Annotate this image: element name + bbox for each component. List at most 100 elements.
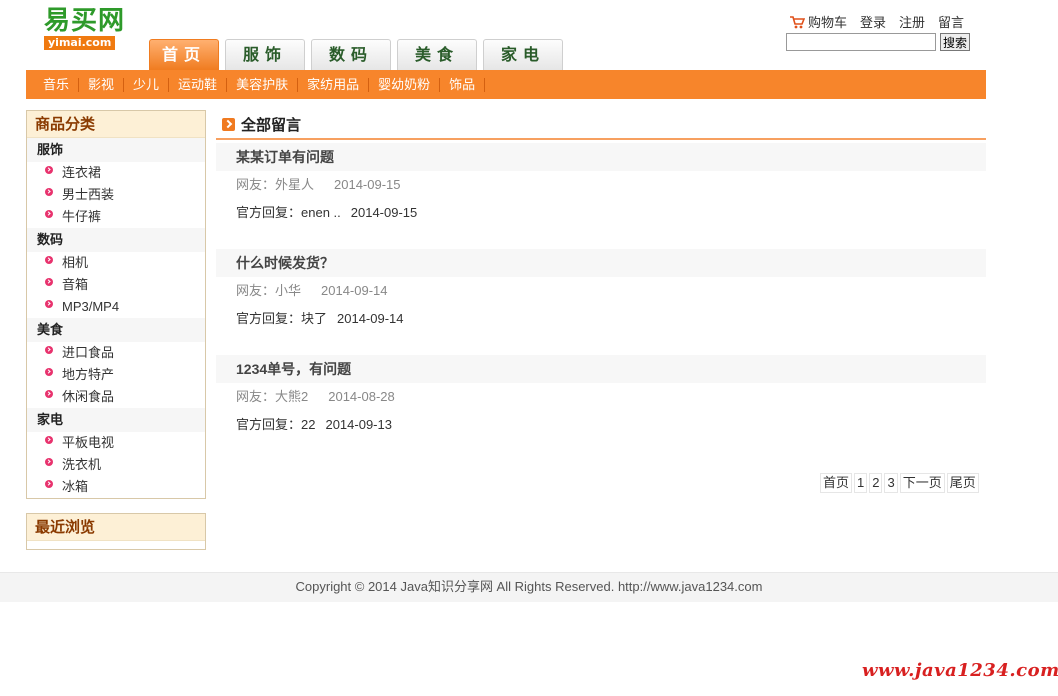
pagination: 首页 1 2 3 下一页 尾页 xyxy=(820,473,981,493)
arrow-bullet-icon xyxy=(45,255,53,264)
message-user-line: 网友：小华 2014-09-14 xyxy=(216,277,986,305)
category-group-apparel[interactable]: 服饰 xyxy=(27,138,205,162)
arrow-bullet-icon xyxy=(45,457,53,466)
message-reply: 官方回复：enen .. xyxy=(236,205,341,220)
message-reply-date: 2014-09-13 xyxy=(325,417,392,432)
category-item[interactable]: 冰箱 xyxy=(27,476,205,498)
arrow-bullet-icon xyxy=(45,367,53,376)
category-item-label: 平板电视 xyxy=(62,435,115,450)
tab-food[interactable]: 美食 xyxy=(397,39,477,70)
arrow-bullet-icon xyxy=(45,389,53,398)
category-item[interactable]: 男士西装 xyxy=(27,184,205,206)
message-user-line: 网友：大熊2 2014-08-28 xyxy=(216,383,986,411)
pager-page-1[interactable]: 1 xyxy=(854,473,868,493)
message-user: 网友：大熊2 xyxy=(236,389,309,404)
pager-first[interactable]: 首页 xyxy=(820,473,853,493)
category-group-food[interactable]: 美食 xyxy=(27,318,205,342)
pager-page-3[interactable]: 3 xyxy=(884,473,898,493)
search-box: 搜索 xyxy=(786,33,971,51)
arrow-bullet-icon xyxy=(45,299,53,308)
message-user-date: 2014-09-15 xyxy=(334,177,401,192)
category-bar: 音乐 影视 少儿 运动鞋 美容护肤 家纺用品 婴幼奶粉 饰品 xyxy=(26,70,986,99)
category-item-label: 休闲食品 xyxy=(62,389,115,404)
message-item: 1234单号，有问题 网友：大熊2 2014-08-28 官方回复：22 2014-… xyxy=(216,355,986,439)
message-link[interactable]: 留言 xyxy=(938,12,964,31)
message-reply-date: 2014-09-14 xyxy=(337,311,404,326)
category-item[interactable]: 牛仔裤 xyxy=(27,206,205,228)
category-item[interactable]: 平板电视 xyxy=(27,432,205,454)
search-input[interactable] xyxy=(786,33,936,51)
category-item[interactable]: 地方特产 xyxy=(27,364,205,386)
catbar-item-textiles[interactable]: 家纺用品 xyxy=(298,77,370,92)
main-tabs: 首页 服饰 数码 美食 家电 xyxy=(149,39,569,70)
message-reply-date: 2014-09-15 xyxy=(350,205,418,220)
category-item[interactable]: 休闲食品 xyxy=(27,386,205,408)
category-item[interactable]: 相机 xyxy=(27,252,205,274)
watermark: www.java1234.com xyxy=(862,660,1058,681)
category-item[interactable]: 音箱 xyxy=(27,274,205,296)
category-item-label: 音箱 xyxy=(62,277,89,292)
catbar-item-sneakers[interactable]: 运动鞋 xyxy=(169,77,228,92)
pager-page-2[interactable]: 2 xyxy=(869,473,883,493)
category-panel-title: 商品分类 xyxy=(27,111,205,138)
message-reply-line: 官方回复：22 2014-09-13 xyxy=(216,411,986,439)
category-item-label: 洗衣机 xyxy=(62,457,102,472)
search-button[interactable]: 搜索 xyxy=(940,33,971,51)
arrow-bullet-icon xyxy=(45,277,53,286)
message-reply: 官方回复：块了 xyxy=(236,311,328,326)
message-title: 什么时候发货？ xyxy=(216,249,986,277)
login-link[interactable]: 登录 xyxy=(860,12,886,31)
category-item-label: 冰箱 xyxy=(62,479,89,494)
message-item: 什么时候发货？ 网友：小华 2014-09-14 官方回复：块了 2014-09-1… xyxy=(216,249,986,333)
cart-link[interactable]: 购物车 xyxy=(808,12,847,31)
category-item-label: 进口食品 xyxy=(62,345,115,360)
catbar-item-video[interactable]: 影视 xyxy=(79,77,125,92)
category-item-label: 相机 xyxy=(62,255,89,270)
message-title: 1234单号，有问题 xyxy=(216,355,986,383)
message-user-date: 2014-08-28 xyxy=(328,389,395,404)
tab-appliance[interactable]: 家电 xyxy=(483,39,563,70)
recent-panel: 最近浏览 xyxy=(26,513,206,550)
category-item-label: MP3/MP4 xyxy=(62,299,120,314)
catbar-item-baby-formula[interactable]: 婴幼奶粉 xyxy=(369,77,441,92)
category-item-label: 牛仔裤 xyxy=(62,209,102,224)
cart-icon xyxy=(790,15,805,28)
category-item[interactable]: 进口食品 xyxy=(27,342,205,364)
site-logo[interactable]: 易买网 yimai.com xyxy=(44,7,130,51)
catbar-item-kids[interactable]: 少儿 xyxy=(124,77,170,92)
pager-next[interactable]: 下一页 xyxy=(899,473,945,493)
arrow-right-icon xyxy=(222,117,235,131)
arrow-bullet-icon xyxy=(45,345,53,354)
category-item[interactable]: 连衣裙 xyxy=(27,162,205,184)
message-user-date: 2014-09-14 xyxy=(321,283,388,298)
catbar-item-beauty[interactable]: 美容护肤 xyxy=(227,77,299,92)
logo-domain: yimai.com xyxy=(44,36,116,50)
message-user: 网友：小华 xyxy=(236,283,302,298)
arrow-bullet-icon xyxy=(45,165,53,174)
recent-panel-title: 最近浏览 xyxy=(27,514,205,541)
section-header: 全部留言 xyxy=(216,110,986,140)
category-group-digital[interactable]: 数码 xyxy=(27,228,205,252)
category-item[interactable]: MP3/MP4 xyxy=(27,296,205,318)
message-reply-line: 官方回复：enen .. 2014-09-15 xyxy=(216,199,986,227)
tab-apparel[interactable]: 服饰 xyxy=(225,39,305,70)
message-item: 某某订单有问题 网友：外星人 2014-09-15 官方回复：enen .. 201… xyxy=(216,143,986,227)
tab-digital[interactable]: 数码 xyxy=(311,39,391,70)
message-user-line: 网友：外星人 2014-09-15 xyxy=(216,171,986,199)
arrow-bullet-icon xyxy=(45,479,53,488)
category-item-label: 地方特产 xyxy=(62,367,115,382)
top-nav: 购物车 登录 注册 留言 xyxy=(789,12,977,31)
category-group-appliance[interactable]: 家电 xyxy=(27,408,205,432)
register-link[interactable]: 注册 xyxy=(899,12,925,31)
message-reply: 官方回复：22 xyxy=(236,417,316,432)
message-list: 全部留言 某某订单有问题 网友：外星人 2014-09-15 官方回复：enen … xyxy=(216,110,986,439)
message-reply-line: 官方回复：块了 2014-09-14 xyxy=(216,305,986,333)
category-item[interactable]: 洗衣机 xyxy=(27,454,205,476)
pager-last[interactable]: 尾页 xyxy=(946,473,979,493)
catbar-item-music[interactable]: 音乐 xyxy=(34,77,80,92)
footer-copyright: Copyright © 2014 Java知识分享网 All Rights Re… xyxy=(0,572,1058,602)
category-panel: 商品分类 服饰 连衣裙 男士西装 牛仔裤 数码 相机 音箱 MP3/MP4 美食… xyxy=(26,110,206,499)
category-item-label: 连衣裙 xyxy=(62,165,102,180)
tab-home[interactable]: 首页 xyxy=(149,39,219,70)
catbar-item-jewelry[interactable]: 饰品 xyxy=(440,77,486,92)
